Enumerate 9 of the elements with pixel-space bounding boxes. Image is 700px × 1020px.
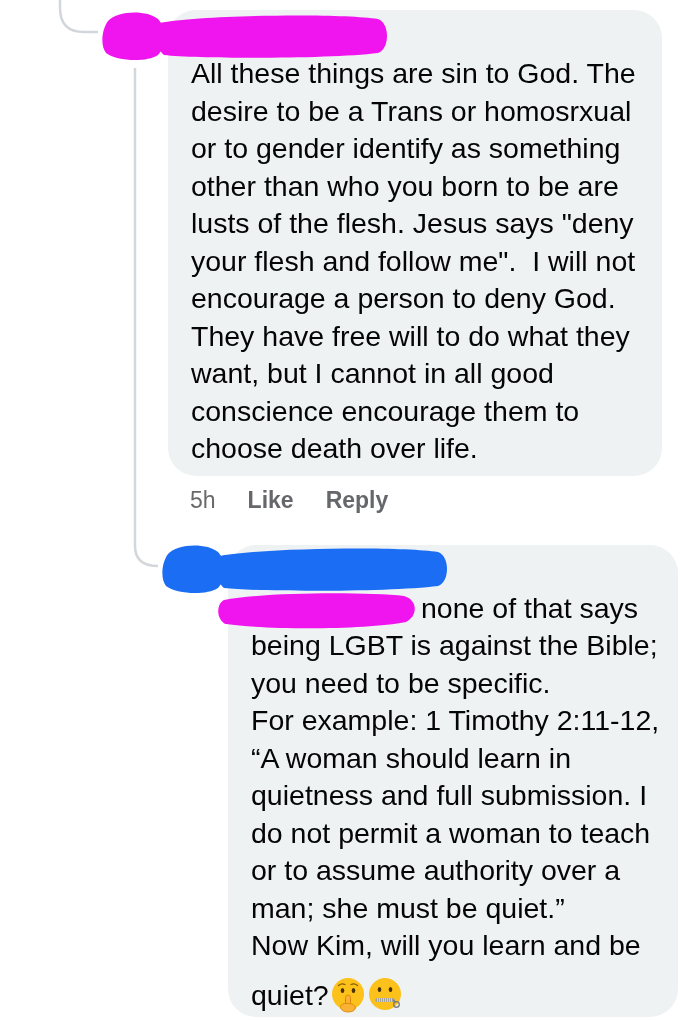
comment-text: none of that says being LGBT is against the Bible; you need to be specific. For example: 1 Timothy 2:11-12, “A woman should learn in quietness and full submission. I do not permit a woman to teach or to assume authority over a man; she must be quiet.” Now Kim, will you learn and be xyxy=(251,591,661,961)
like-button[interactable]: Like xyxy=(247,485,294,514)
reply-button[interactable]: Reply xyxy=(325,485,389,514)
thread-connector xyxy=(58,0,98,34)
zipper-mouth-face-icon xyxy=(366,976,403,1013)
comment-text: quiet? xyxy=(251,978,329,1011)
timestamp: 5h xyxy=(190,485,216,514)
comment-text: All these things are sin to God. The desire to be a Trans or homosrxual or to gender identify as something other than who you born to be are lusts of the flesh. Jesus says "deny your flesh and follow me". I will not encourage a person to deny God. They have free will to do what they want, but I cannot in all good conscience encourage them to choose death over life. xyxy=(191,57,637,464)
shushing-face-icon xyxy=(329,976,366,1013)
